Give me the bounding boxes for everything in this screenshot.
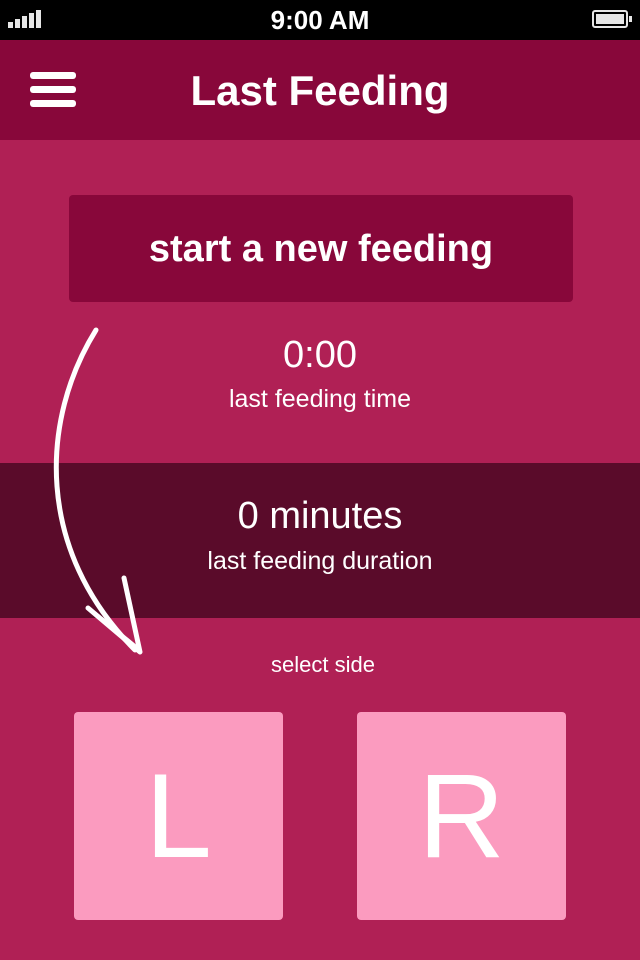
nav-bar: Last Feeding	[0, 40, 640, 140]
status-bar: 9:00 AM	[0, 0, 640, 40]
right-side-button[interactable]: R	[357, 712, 566, 920]
last-feeding-duration-value: 0 minutes	[237, 495, 403, 537]
battery-icon	[592, 10, 632, 28]
select-side-label: select side	[271, 652, 375, 677]
hamburger-menu-icon[interactable]	[30, 72, 76, 108]
start-new-feeding-button[interactable]: start a new feeding	[69, 195, 573, 302]
last-feeding-duration-panel: 0 minutes last feeding duration	[0, 463, 640, 618]
status-time: 9:00 AM	[270, 5, 370, 35]
page-title: Last Feeding	[190, 67, 450, 114]
last-feeding-time-label: last feeding time	[228, 385, 412, 413]
last-feeding-duration-label: last feeding duration	[207, 547, 433, 575]
last-feeding-time-value: 0:00	[283, 334, 357, 376]
left-side-button[interactable]: L	[74, 712, 283, 920]
